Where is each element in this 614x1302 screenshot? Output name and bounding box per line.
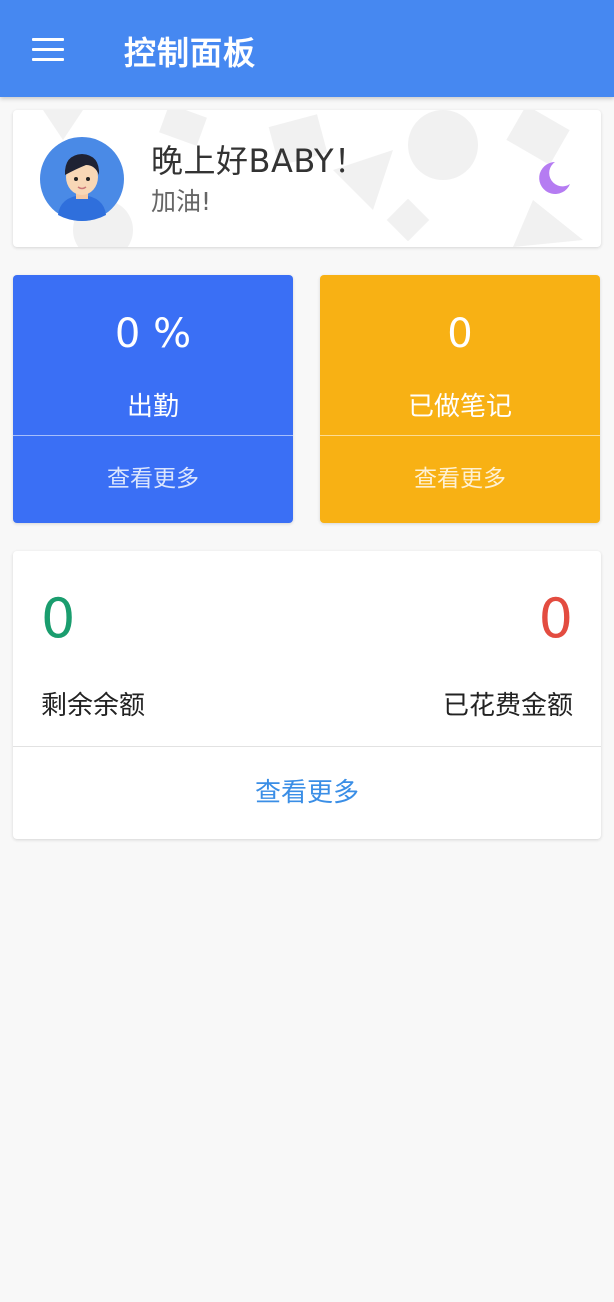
balance-more-link[interactable]: 查看更多	[13, 747, 601, 839]
greeting-card: 晚上好BABY！ 加油!	[13, 110, 601, 247]
avatar	[40, 137, 124, 221]
page-title: 控制面板	[124, 34, 257, 72]
remaining-balance-label: 剩余余额	[41, 691, 146, 721]
notes-card: 0 已做笔记 查看更多	[320, 275, 600, 523]
menu-icon[interactable]	[24, 30, 72, 70]
remaining-balance-value: 0	[41, 587, 76, 650]
attendance-card: 0 % 出勤 查看更多	[13, 275, 293, 523]
spent-amount-value: 0	[538, 587, 573, 650]
greeting-subtitle: 加油!	[151, 187, 212, 216]
attendance-more-link[interactable]: 查看更多	[13, 436, 293, 523]
notes-more-link[interactable]: 查看更多	[320, 436, 600, 523]
greeting-title: 晚上好BABY！	[151, 142, 367, 180]
balance-card: 0 0 剩余余额 已花费金额 查看更多	[13, 551, 601, 839]
notes-label: 已做笔记	[407, 392, 512, 422]
app-bar: 控制面板	[0, 0, 614, 97]
notes-value: 0	[447, 311, 473, 357]
attendance-label: 出勤	[126, 392, 179, 422]
moon-icon	[539, 162, 570, 194]
attendance-value: 0 %	[114, 311, 192, 357]
spent-amount-label: 已花费金额	[442, 691, 573, 721]
